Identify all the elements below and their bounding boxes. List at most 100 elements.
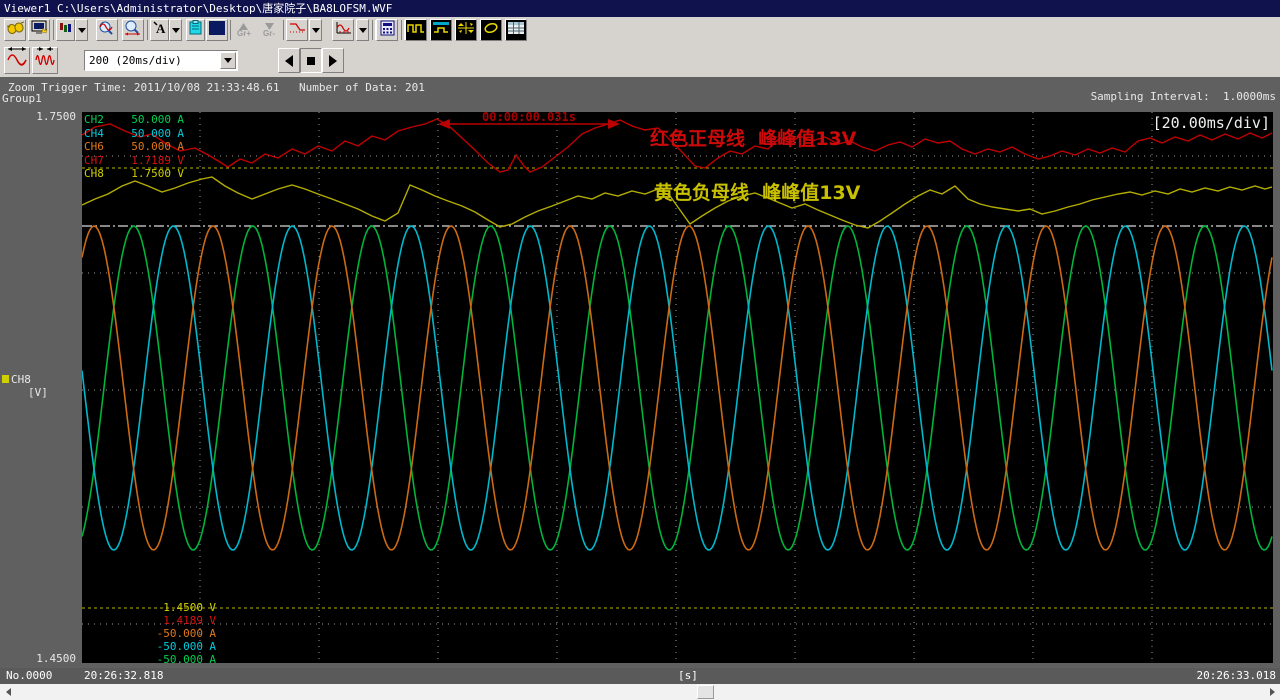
viewer-glasses-icon	[7, 21, 24, 40]
value-row: 1.4189V	[90, 614, 216, 627]
group-up-icon: Gr+	[237, 23, 251, 38]
chevron-down-icon	[359, 28, 367, 33]
wave-expand-button[interactable]	[4, 47, 30, 74]
playback-toolbar: 200 (20ms/div) 慢 快	[0, 44, 1280, 78]
ty-view-button[interactable]	[405, 19, 427, 41]
combo-dropdown-button[interactable]	[220, 52, 236, 69]
step-back-icon	[285, 55, 293, 67]
channel-row: CH250.000A	[84, 113, 184, 127]
wave-compress-button[interactable]	[32, 47, 58, 74]
monitor-icon	[31, 20, 48, 41]
channel-readout-bottom: 1.4500V 1.4189V -50.000A -50.000A -50.00…	[90, 601, 216, 665]
main-toolbar: A Gr+ Gr-	[0, 17, 1280, 45]
zoom-window-view-button[interactable]	[430, 19, 452, 41]
wave-expand-icon	[6, 46, 28, 75]
ty-waveform-icon	[407, 21, 425, 40]
scroll-left-icon	[6, 688, 11, 696]
window-title-bar: Viewer1 C:\Users\Administrator\Desktop\唐…	[0, 0, 1280, 17]
zoom-range-value: 200 (20ms/div)	[89, 54, 182, 67]
zoom-waveform-icon	[98, 20, 116, 41]
annotation-button[interactable]: A	[150, 19, 169, 41]
calculator-button[interactable]	[376, 19, 398, 41]
channel-settings-button[interactable]	[56, 19, 75, 41]
clipboard-button[interactable]	[186, 19, 205, 41]
channel-readout-top: CH250.000A CH450.000A CH650.000A CH71.71…	[84, 113, 184, 181]
viewer-workspace: Zoom Trigger Time: 2011/10/08 21:33:48.6…	[0, 77, 1280, 668]
step-forward-icon	[329, 55, 337, 67]
scroll-right-button[interactable]	[1264, 684, 1280, 700]
cursor-level-icon	[289, 21, 306, 39]
group-up-button[interactable]: Gr+	[233, 19, 255, 41]
calculator-icon	[380, 20, 395, 41]
window-title: Viewer1 C:\Users\Administrator\Desktop\唐…	[4, 2, 392, 15]
value-row: -50.000A	[90, 653, 216, 666]
x-unit-label: [s]	[678, 668, 698, 684]
scale-wave-dropdown[interactable]	[356, 19, 369, 41]
svg-text:A: A	[156, 21, 166, 35]
pan-horizontal-icon	[124, 20, 142, 41]
y-axis-bottom-label: 1.4500	[8, 652, 76, 665]
time-span-label: 00:00:00.031s	[459, 110, 599, 124]
timebase-label: [20.00ms/div]	[1153, 114, 1270, 132]
stop-button[interactable]	[300, 48, 322, 73]
value-row: -50.000A	[90, 640, 216, 653]
tile-arrows-icon	[457, 21, 475, 40]
record-number-label: No.0000	[6, 668, 52, 684]
group-down-icon: Gr-	[263, 23, 275, 38]
channel-bars-icon	[59, 21, 72, 40]
y-axis-top-label: 1.7500	[8, 110, 76, 123]
scrollbar-thumb[interactable]	[697, 685, 714, 699]
window-wave-icon	[432, 21, 450, 40]
scroll-left-button[interactable]	[0, 684, 16, 700]
scale-wave-button[interactable]	[332, 19, 354, 41]
annotation-a-icon: A	[153, 21, 167, 40]
chevron-down-icon	[312, 28, 320, 33]
value-row: -50.000A	[90, 627, 216, 640]
group-label: Group1	[2, 92, 42, 105]
table-grid-icon	[507, 21, 525, 40]
y-axis-unit-label: [V]	[28, 386, 48, 399]
group-down-button[interactable]: Gr-	[258, 19, 280, 41]
waveform-plot-area[interactable]: CH250.000A CH450.000A CH650.000A CH71.71…	[82, 112, 1273, 663]
cursor-measure-button[interactable]	[286, 19, 308, 41]
color-swatch-button[interactable]	[206, 19, 228, 41]
yellow-bus-annotation: 黄色负母线 峰峰值13V	[654, 178, 860, 205]
tile-view-button[interactable]	[455, 19, 477, 41]
trigger-time-label: Zoom Trigger Time: 2011/10/08 21:33:48.6…	[8, 81, 280, 94]
annotation-dropdown[interactable]	[169, 19, 182, 41]
xy-view-button[interactable]	[480, 19, 502, 41]
start-time-label: 20:26:32.818	[84, 668, 163, 684]
list-view-button[interactable]	[505, 19, 527, 41]
channel-row: CH81.7500V	[84, 167, 184, 181]
cursor-measure-dropdown[interactable]	[309, 19, 322, 41]
data-count-label: Number of Data: 201	[299, 81, 425, 94]
channel-settings-dropdown[interactable]	[75, 19, 88, 41]
monitor-button[interactable]	[28, 19, 50, 41]
pan-waveform-button[interactable]	[122, 19, 144, 41]
color-box-icon	[209, 21, 225, 40]
chevron-down-icon	[224, 58, 232, 63]
status-bar: No.0000 20:26:32.818 [s] 20:26:33.018	[0, 668, 1280, 684]
stop-icon	[307, 57, 315, 65]
end-time-label: 20:26:33.018	[1197, 668, 1276, 684]
scroll-right-icon	[1270, 688, 1275, 696]
wave-compress-icon	[34, 46, 56, 75]
horizontal-scrollbar[interactable]	[0, 684, 1280, 700]
channel-row: CH650.000A	[84, 140, 184, 154]
zoom-waveform-button[interactable]	[96, 19, 118, 41]
scale-axis-icon	[335, 21, 352, 40]
step-forward-button[interactable]	[322, 48, 344, 73]
value-row: 1.4500V	[90, 601, 216, 614]
chevron-down-icon	[172, 28, 180, 33]
channel-row: CH450.000A	[84, 127, 184, 141]
channel-marker-icon	[2, 375, 9, 383]
zoom-range-select[interactable]: 200 (20ms/div)	[84, 50, 238, 71]
sampling-interval-label: Sampling Interval: 1.0000ms	[1091, 90, 1276, 103]
channel-row: CH71.7189V	[84, 154, 184, 168]
open-viewer-button[interactable]	[4, 19, 26, 41]
clipboard-icon	[189, 20, 202, 40]
y-axis-channel-label: CH8	[11, 373, 31, 386]
chevron-down-icon	[78, 28, 86, 33]
step-back-button[interactable]	[278, 48, 300, 73]
red-bus-annotation: 红色正母线 峰峰值13V	[650, 124, 856, 151]
